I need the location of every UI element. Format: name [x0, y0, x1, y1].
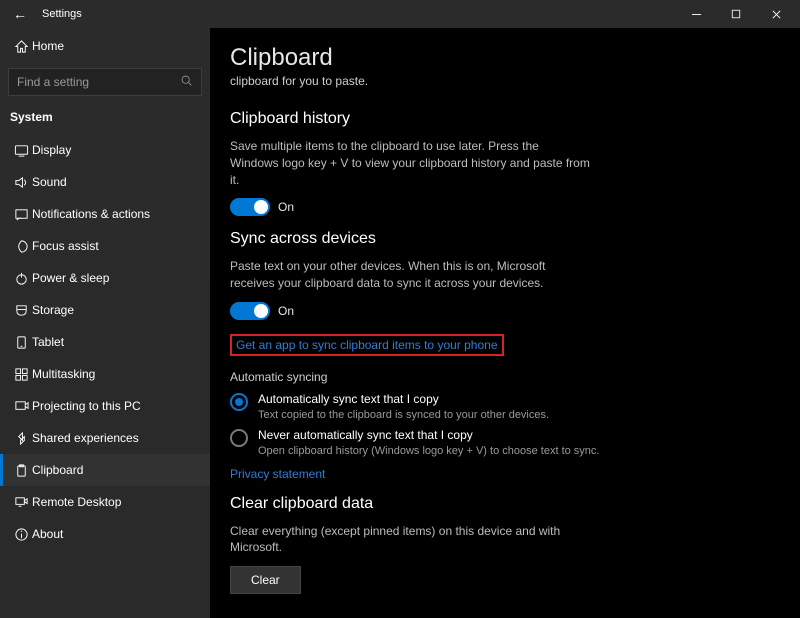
- history-heading: Clipboard history: [230, 110, 780, 128]
- history-desc: Save multiple items to the clipboard to …: [230, 138, 590, 188]
- sync-toggle-state: On: [278, 304, 294, 318]
- sidebar-item-remote-desktop[interactable]: Remote Desktop: [0, 486, 210, 518]
- sidebar-item-label: Tablet: [32, 335, 64, 349]
- back-button[interactable]: ←: [4, 6, 36, 22]
- sync-toggle[interactable]: [230, 302, 270, 320]
- sidebar-item-label: Multitasking: [32, 367, 95, 381]
- search-input[interactable]: [17, 75, 180, 89]
- clear-desc: Clear everything (except pinned items) o…: [230, 523, 590, 557]
- sidebar-group-heading: System: [0, 106, 210, 134]
- projecting-icon: [10, 399, 32, 414]
- radio-label-0: Automatically sync text that I copy: [258, 392, 549, 406]
- sidebar-item-label: Power & sleep: [32, 271, 109, 285]
- tablet-icon: [10, 335, 32, 350]
- sidebar-item-label: Clipboard: [32, 463, 83, 477]
- sidebar-item-multitasking[interactable]: Multitasking: [0, 358, 210, 390]
- power-sleep-icon: [10, 271, 32, 286]
- radio-label-1: Never automatically sync text that I cop…: [258, 428, 599, 442]
- page-subtext: clipboard for you to paste.: [230, 74, 780, 88]
- radio-desc-0: Text copied to the clipboard is synced t…: [258, 408, 549, 422]
- sidebar-home-label: Home: [32, 39, 64, 53]
- titlebar: ← Settings: [0, 0, 800, 28]
- sidebar-item-power-sleep[interactable]: Power & sleep: [0, 262, 210, 294]
- sync-heading: Sync across devices: [230, 230, 780, 248]
- sync-option-0[interactable]: Automatically sync text that I copy Text …: [230, 392, 650, 422]
- home-icon: [10, 39, 32, 54]
- sidebar-item-label: Storage: [32, 303, 74, 317]
- sidebar-item-clipboard[interactable]: Clipboard: [0, 454, 210, 486]
- close-button[interactable]: [756, 9, 796, 20]
- sidebar-item-label: Sound: [32, 175, 67, 189]
- sidebar-item-label: Shared experiences: [32, 431, 139, 445]
- highlighted-link-box: Get an app to sync clipboard items to yo…: [230, 334, 504, 356]
- settings-window: ← Settings Home: [0, 0, 800, 618]
- main-content: Clipboard clipboard for you to paste. Cl…: [210, 28, 800, 618]
- about-icon: [10, 527, 32, 542]
- sidebar-item-focus-assist[interactable]: Focus assist: [0, 230, 210, 262]
- sidebar-item-label: Notifications & actions: [32, 207, 150, 221]
- sidebar-item-sound[interactable]: Sound: [0, 166, 210, 198]
- remote-desktop-icon: [10, 495, 32, 510]
- sidebar-item-storage[interactable]: Storage: [0, 294, 210, 326]
- multitasking-icon: [10, 367, 32, 382]
- clear-heading: Clear clipboard data: [230, 495, 780, 513]
- page-title: Clipboard: [230, 44, 780, 72]
- sync-desc: Paste text on your other devices. When t…: [230, 258, 590, 292]
- sidebar-item-projecting[interactable]: Projecting to this PC: [0, 390, 210, 422]
- sidebar-item-label: Display: [32, 143, 71, 157]
- sidebar-list: Display Sound Notifications & actions Focus…: [0, 134, 210, 550]
- shared-experiences-icon: [10, 431, 32, 446]
- history-toggle-state: On: [278, 200, 294, 214]
- radio-1[interactable]: [230, 429, 248, 447]
- get-app-link[interactable]: Get an app to sync clipboard items to yo…: [236, 338, 498, 352]
- window-title: Settings: [42, 8, 82, 20]
- sidebar-item-display[interactable]: Display: [0, 134, 210, 166]
- privacy-link[interactable]: Privacy statement: [230, 467, 325, 481]
- sidebar: Home System Display Sound Notifications & …: [0, 28, 210, 618]
- clipboard-icon: [10, 463, 32, 478]
- sidebar-item-shared-experiences[interactable]: Shared experiences: [0, 422, 210, 454]
- sidebar-item-tablet[interactable]: Tablet: [0, 326, 210, 358]
- sidebar-item-notifications[interactable]: Notifications & actions: [0, 198, 210, 230]
- maximize-button[interactable]: [716, 9, 756, 19]
- sidebar-item-about[interactable]: About: [0, 518, 210, 550]
- clear-button[interactable]: Clear: [230, 566, 301, 594]
- sidebar-item-label: About: [32, 527, 63, 541]
- minimize-button[interactable]: [676, 9, 716, 20]
- sidebar-item-label: Projecting to this PC: [32, 399, 141, 413]
- sidebar-item-label: Remote Desktop: [32, 495, 121, 509]
- auto-sync-heading: Automatic syncing: [230, 370, 780, 384]
- sidebar-search[interactable]: [8, 68, 202, 96]
- sidebar-home[interactable]: Home: [0, 30, 210, 62]
- notifications-icon: [10, 207, 32, 222]
- sync-option-1[interactable]: Never automatically sync text that I cop…: [230, 428, 650, 458]
- sound-icon: [10, 175, 32, 190]
- display-icon: [10, 143, 32, 158]
- sidebar-item-label: Focus assist: [32, 239, 99, 253]
- focus-assist-icon: [10, 239, 32, 254]
- storage-icon: [10, 303, 32, 318]
- search-icon: [180, 74, 193, 90]
- radio-0[interactable]: [230, 393, 248, 411]
- history-toggle[interactable]: [230, 198, 270, 216]
- radio-desc-1: Open clipboard history (Windows logo key…: [258, 444, 599, 458]
